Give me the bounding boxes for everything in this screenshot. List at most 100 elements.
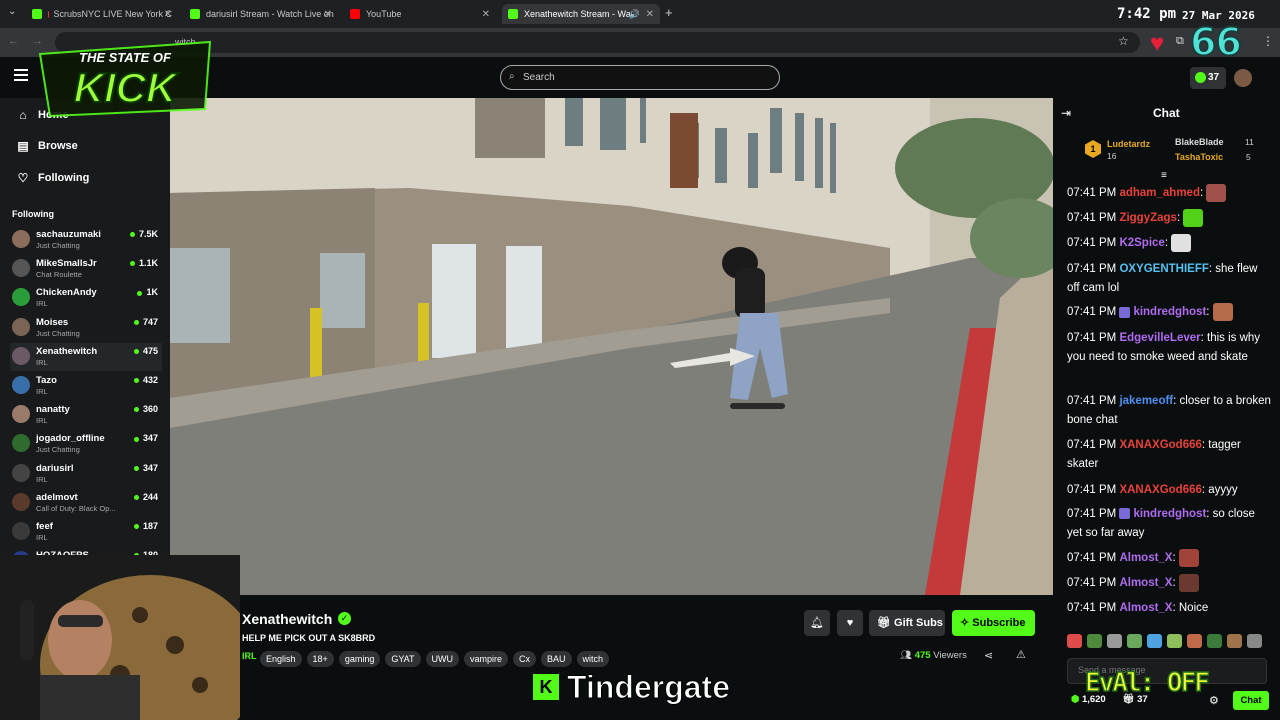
menu-kebab-icon[interactable]: ⋮ <box>1262 34 1274 48</box>
live-dot-icon <box>129 261 135 267</box>
close-icon[interactable]: ✕ <box>482 9 490 20</box>
follow-heart-button[interactable]: ♥ <box>837 610 863 636</box>
chat-message: 07:41 PM K2Spice: <box>1067 234 1272 253</box>
stream-tag[interactable]: GYAT <box>385 651 421 667</box>
emote-icon <box>1171 234 1192 252</box>
subscribe-button[interactable]: ✧ Subscribe <box>952 610 1035 636</box>
gift-subs-button[interactable]: 🎁︎ Gift Subs <box>869 610 945 636</box>
chat-send-button[interactable]: Chat <box>1233 691 1269 710</box>
star-icon: ✧ <box>960 617 970 629</box>
collapse-chat-icon[interactable]: ⇥ <box>1061 106 1071 120</box>
emote-icon[interactable] <box>1227 634 1242 648</box>
browser-tab-2[interactable]: dariusirl Stream - Watch Live on ✕ <box>184 4 338 24</box>
close-icon[interactable]: ✕ <box>164 9 172 20</box>
message-time: 07:41 PM <box>1067 508 1117 520</box>
message-user[interactable]: K2Spice <box>1119 237 1164 249</box>
stream-tag[interactable]: 18+ <box>306 651 334 667</box>
stream-tag[interactable]: UWU <box>425 651 460 667</box>
live-dot-icon <box>133 494 139 500</box>
speaker-icon[interactable]: 🔊 <box>629 9 640 20</box>
followed-channel[interactable]: nanatty IRL 360 <box>10 401 162 429</box>
stream-tag[interactable]: Cx <box>513 651 537 667</box>
emote-icon[interactable] <box>1067 634 1082 648</box>
kick-points-button[interactable]: 37 <box>1190 67 1226 89</box>
pinned-toggle-icon[interactable]: ≡ <box>1161 170 1167 181</box>
search-input[interactable]: ⌕ Search <box>500 65 780 90</box>
video-player[interactable] <box>170 98 1053 595</box>
stream-category[interactable]: IRL <box>242 651 257 661</box>
share-icon[interactable]: ⋖ <box>984 649 993 662</box>
leader-name[interactable]: TashaToxic <box>1175 152 1223 162</box>
emote-icon[interactable] <box>1167 634 1182 648</box>
stream-tag[interactable]: English <box>260 651 302 667</box>
channel-viewers: 1K <box>137 287 158 297</box>
followed-channel[interactable]: Moises Just Chatting 747 <box>10 314 162 342</box>
sidebar-item-following[interactable]: ♡ Following <box>16 171 90 185</box>
close-icon[interactable]: ✕ <box>324 9 332 20</box>
message-colon: : <box>1172 552 1179 565</box>
message-user[interactable]: Almost_X <box>1119 552 1172 564</box>
message-colon: : <box>1172 577 1179 590</box>
hamburger-menu-icon[interactable] <box>14 69 28 81</box>
emote-icon[interactable] <box>1147 634 1162 648</box>
followed-channel[interactable]: dariusirl IRL 347 <box>10 460 162 488</box>
message-time: 07:41 PM <box>1067 484 1117 496</box>
user-avatar[interactable] <box>1234 69 1252 87</box>
message-user[interactable]: jakemeoff <box>1119 395 1173 407</box>
browser-tab-4[interactable]: Xenathewitch Stream - Wat 🔊 ✕ <box>502 4 660 24</box>
streamer-name[interactable]: Xenathewitch <box>242 611 332 627</box>
chat-message: 07:41 PM XANAXGod666: tagger skater <box>1067 436 1272 474</box>
message-user[interactable]: ZiggyZags <box>1119 212 1177 224</box>
kick-favicon-icon <box>508 9 518 19</box>
message-user[interactable]: OXYGENTHIEFF <box>1119 263 1208 275</box>
stream-tag[interactable]: BAU <box>541 651 572 667</box>
browser-tab-3[interactable]: YouTube ✕ <box>344 4 496 24</box>
leader-name[interactable]: Ludetardz <box>1107 139 1150 149</box>
message-user[interactable]: XANAXGod666 <box>1119 484 1201 496</box>
close-icon[interactable]: ✕ <box>646 9 654 20</box>
tab-search-icon[interactable]: ⌄ <box>8 6 16 17</box>
message-user[interactable]: EdgevilleLever <box>1119 332 1200 344</box>
followed-channel[interactable]: Tazo IRL 432 <box>10 372 162 400</box>
leader-name[interactable]: BlakeBlade <box>1175 137 1224 147</box>
stream-tag[interactable]: vampire <box>464 651 509 667</box>
channel-name: Xenathewitch <box>36 345 98 357</box>
emote-icon[interactable] <box>1107 634 1122 648</box>
followed-channel[interactable]: Xenathewitch IRL 475 <box>10 342 162 371</box>
followed-channel[interactable]: feef IRL 187 <box>10 518 162 546</box>
report-icon[interactable]: ⚠ <box>1016 648 1026 661</box>
viewer-count-text: 347 <box>142 462 158 473</box>
emote-icon[interactable] <box>1187 634 1202 648</box>
back-arrow-icon[interactable]: ← <box>8 35 19 47</box>
sidebar-item-browse[interactable]: ▤ Browse <box>16 139 77 153</box>
emote-icon[interactable] <box>1207 634 1222 648</box>
kick-coin-icon <box>1195 72 1206 83</box>
new-tab-plus-icon[interactable]: + <box>665 5 673 20</box>
nav-label: Following <box>38 172 90 184</box>
leader-count: 11 <box>1245 137 1254 147</box>
message-user[interactable]: Almost_X <box>1119 577 1172 589</box>
followed-channel[interactable]: adelmovt Call of Duty: Black Op... 244 <box>10 489 162 517</box>
message-user[interactable]: XANAXGod666 <box>1119 439 1201 451</box>
followed-channel[interactable]: ChickenAndy IRL 1K <box>10 284 162 312</box>
eval-status-overlay: EvAl: OFF <box>1084 667 1210 699</box>
viewer-count-text: 747 <box>142 316 158 327</box>
emote-icon[interactable] <box>1247 634 1262 648</box>
stream-tag[interactable]: gaming <box>338 651 381 667</box>
followed-channel[interactable]: jogador_offline Just Chatting 347 <box>10 430 162 458</box>
stream-tag[interactable]: witch <box>576 651 610 667</box>
notification-bell-button[interactable]: 🔔︎ <box>804 610 830 636</box>
followed-channel[interactable]: MikeSmallsJr Chat Roulette 1.1K <box>10 255 162 283</box>
leader-count: 16 <box>1107 151 1117 161</box>
emote-icon[interactable] <box>1087 634 1102 648</box>
extension-puzzle-icon[interactable]: ⧉ <box>1176 35 1184 48</box>
browser-tab-1[interactable]: ScrubsNYC LIVE New York C ✕ <box>26 4 178 24</box>
message-user[interactable]: kindredghost <box>1133 306 1206 318</box>
message-user[interactable]: kindredghost <box>1133 508 1206 520</box>
message-user[interactable]: adham_ahmed <box>1119 187 1200 199</box>
followed-channel[interactable]: sachauzumaki Just Chatting 7.5K <box>10 226 162 254</box>
settings-gear-icon[interactable]: ⚙ <box>1209 694 1219 707</box>
message-user[interactable]: Almost_X <box>1119 602 1172 614</box>
emote-icon[interactable] <box>1127 634 1142 648</box>
bookmark-star-icon[interactable]: ☆ <box>1118 34 1129 48</box>
